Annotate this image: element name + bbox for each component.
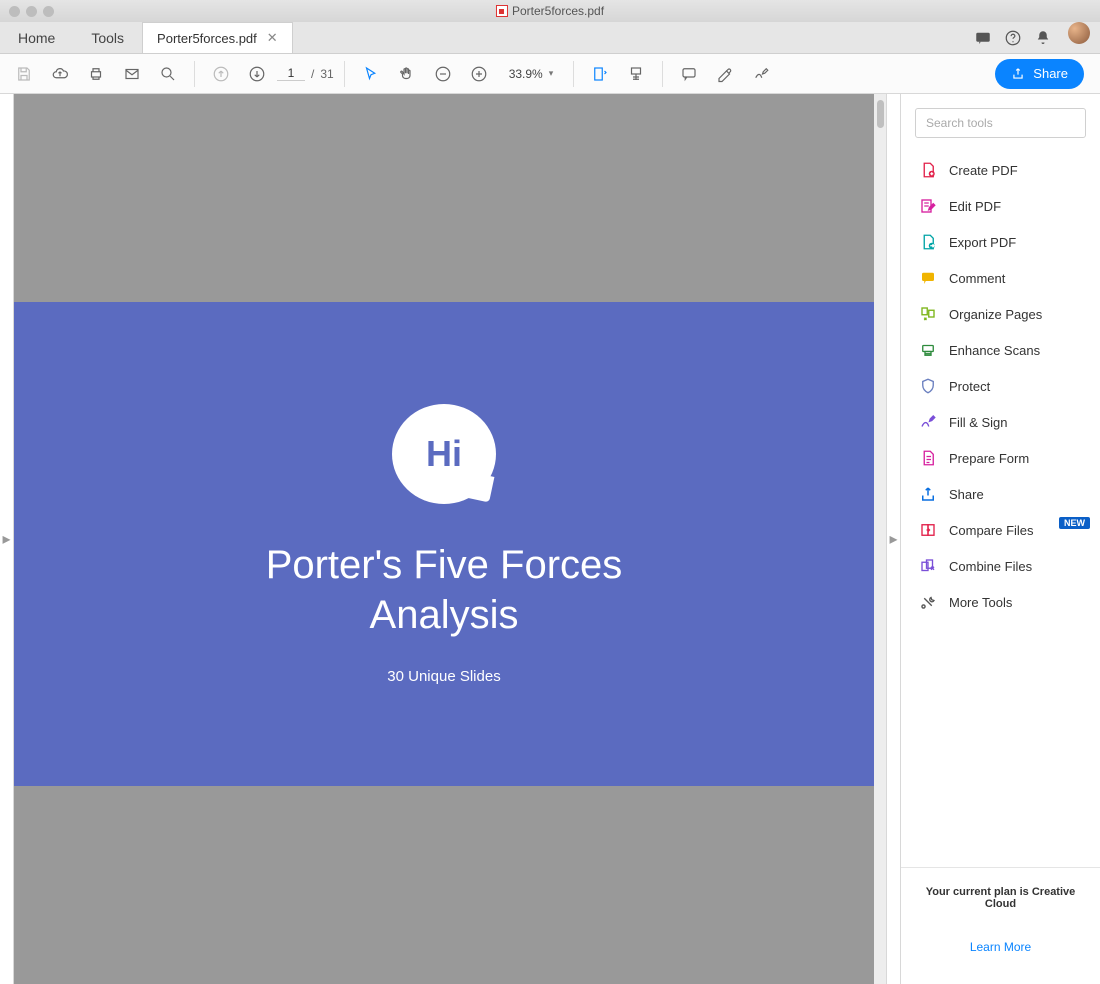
scrollbar-thumb[interactable] xyxy=(877,100,884,128)
zoom-in-icon[interactable] xyxy=(463,58,495,90)
save-icon[interactable] xyxy=(8,58,40,90)
help-icon[interactable] xyxy=(998,22,1028,53)
tool-label: Export PDF xyxy=(949,235,1016,250)
zoom-value: 33.9% xyxy=(509,67,543,81)
cloud-upload-icon[interactable] xyxy=(44,58,76,90)
tool-icon xyxy=(919,377,937,395)
fit-page-icon[interactable] xyxy=(584,58,616,90)
learn-more-link[interactable]: Learn More xyxy=(911,940,1090,954)
tool-icon xyxy=(919,161,937,179)
email-icon[interactable] xyxy=(116,58,148,90)
tool-label: Prepare Form xyxy=(949,451,1029,466)
share-button[interactable]: Share xyxy=(995,59,1084,89)
zoom-window-icon[interactable] xyxy=(43,6,54,17)
tool-item-compare-files[interactable]: Compare Files NEW xyxy=(901,512,1100,548)
tool-item-more-tools[interactable]: More Tools xyxy=(901,584,1100,620)
main-toolbar: / 31 33.9% ▾ Share xyxy=(0,54,1100,94)
search-icon[interactable] xyxy=(152,58,184,90)
minimize-window-icon[interactable] xyxy=(26,6,37,17)
close-tab-icon[interactable]: ✕ xyxy=(267,30,278,46)
total-pages: 31 xyxy=(320,67,333,81)
hand-tool-icon[interactable] xyxy=(391,58,423,90)
tool-label: Organize Pages xyxy=(949,307,1042,322)
tab-home[interactable]: Home xyxy=(0,22,73,53)
tool-icon xyxy=(919,413,937,431)
speech-bubble-icon: Hi xyxy=(392,404,496,504)
slide-subtitle: 30 Unique Slides xyxy=(387,668,500,685)
window-titlebar: Porter5forces.pdf xyxy=(0,0,1100,22)
bubble-text: Hi xyxy=(426,433,462,475)
tool-item-comment[interactable]: Comment xyxy=(901,260,1100,296)
tab-tools[interactable]: Tools xyxy=(73,22,142,53)
tool-icon xyxy=(919,449,937,467)
user-avatar[interactable] xyxy=(1068,22,1090,44)
zoom-select[interactable]: 33.9% ▾ xyxy=(499,67,564,81)
current-page-input[interactable] xyxy=(277,66,305,81)
tool-icon xyxy=(919,341,937,359)
slide-title: Porter's Five Forces Analysis xyxy=(266,540,623,640)
tools-panel: Create PDF Edit PDF Export PDF Comment Organ… xyxy=(900,94,1100,984)
tool-item-protect[interactable]: Protect xyxy=(901,368,1100,404)
tool-label: Comment xyxy=(949,271,1005,286)
tool-icon xyxy=(919,557,937,575)
tool-label: Enhance Scans xyxy=(949,343,1040,358)
tool-item-edit-pdf[interactable]: Edit PDF xyxy=(901,188,1100,224)
tool-label: Combine Files xyxy=(949,559,1032,574)
tool-label: Share xyxy=(949,487,984,502)
sign-tool-icon[interactable] xyxy=(745,58,777,90)
traffic-lights xyxy=(0,6,54,17)
share-button-label: Share xyxy=(1033,66,1068,81)
new-badge: NEW xyxy=(1059,517,1090,529)
window-title: Porter5forces.pdf xyxy=(512,4,604,18)
notifications-icon[interactable] xyxy=(1028,22,1058,53)
tools-search-input[interactable] xyxy=(915,108,1086,138)
page-indicator: / 31 xyxy=(277,66,334,81)
tab-document[interactable]: Porter5forces.pdf ✕ xyxy=(142,22,293,53)
tool-label: Compare Files xyxy=(949,523,1034,538)
tool-item-prepare-form[interactable]: Prepare Form xyxy=(901,440,1100,476)
prev-page-icon[interactable] xyxy=(205,58,237,90)
chevron-down-icon: ▾ xyxy=(549,68,554,79)
tool-icon xyxy=(919,521,937,539)
selection-tool-icon[interactable] xyxy=(355,58,387,90)
zoom-out-icon[interactable] xyxy=(427,58,459,90)
messages-icon[interactable] xyxy=(968,22,998,53)
left-panel-toggle[interactable]: ▸ xyxy=(0,94,14,984)
pdf-file-icon xyxy=(496,5,508,17)
right-panel-toggle[interactable]: ▸ xyxy=(886,94,900,984)
scrollbar-track[interactable] xyxy=(874,94,886,984)
tool-label: Protect xyxy=(949,379,990,394)
tool-item-create-pdf[interactable]: Create PDF xyxy=(901,152,1100,188)
print-icon[interactable] xyxy=(80,58,112,90)
plan-text: Your current plan is Creative Cloud xyxy=(911,886,1090,910)
highlight-tool-icon[interactable] xyxy=(709,58,741,90)
tool-label: Fill & Sign xyxy=(949,415,1008,430)
tool-item-share[interactable]: Share xyxy=(901,476,1100,512)
tool-item-fill-sign[interactable]: Fill & Sign xyxy=(901,404,1100,440)
comment-tool-icon[interactable] xyxy=(673,58,705,90)
page-separator: / xyxy=(311,67,314,81)
top-tabs: Home Tools Porter5forces.pdf ✕ xyxy=(0,22,1100,54)
tool-icon xyxy=(919,485,937,503)
tool-item-enhance-scans[interactable]: Enhance Scans xyxy=(901,332,1100,368)
tool-icon xyxy=(919,233,937,251)
tool-label: More Tools xyxy=(949,595,1012,610)
tool-item-export-pdf[interactable]: Export PDF xyxy=(901,224,1100,260)
tab-document-label: Porter5forces.pdf xyxy=(157,31,257,46)
document-viewer[interactable]: Hi Porter's Five Forces Analysis 30 Uniq… xyxy=(14,94,886,984)
tool-icon xyxy=(919,269,937,287)
pdf-page: Hi Porter's Five Forces Analysis 30 Uniq… xyxy=(14,302,874,786)
tool-icon xyxy=(919,197,937,215)
tool-icon xyxy=(919,305,937,323)
tool-item-combine-files[interactable]: Combine Files xyxy=(901,548,1100,584)
close-window-icon[interactable] xyxy=(9,6,20,17)
page-display-icon[interactable] xyxy=(620,58,652,90)
tool-label: Create PDF xyxy=(949,163,1018,178)
tool-label: Edit PDF xyxy=(949,199,1001,214)
next-page-icon[interactable] xyxy=(241,58,273,90)
tool-item-organize-pages[interactable]: Organize Pages xyxy=(901,296,1100,332)
tool-icon xyxy=(919,593,937,611)
